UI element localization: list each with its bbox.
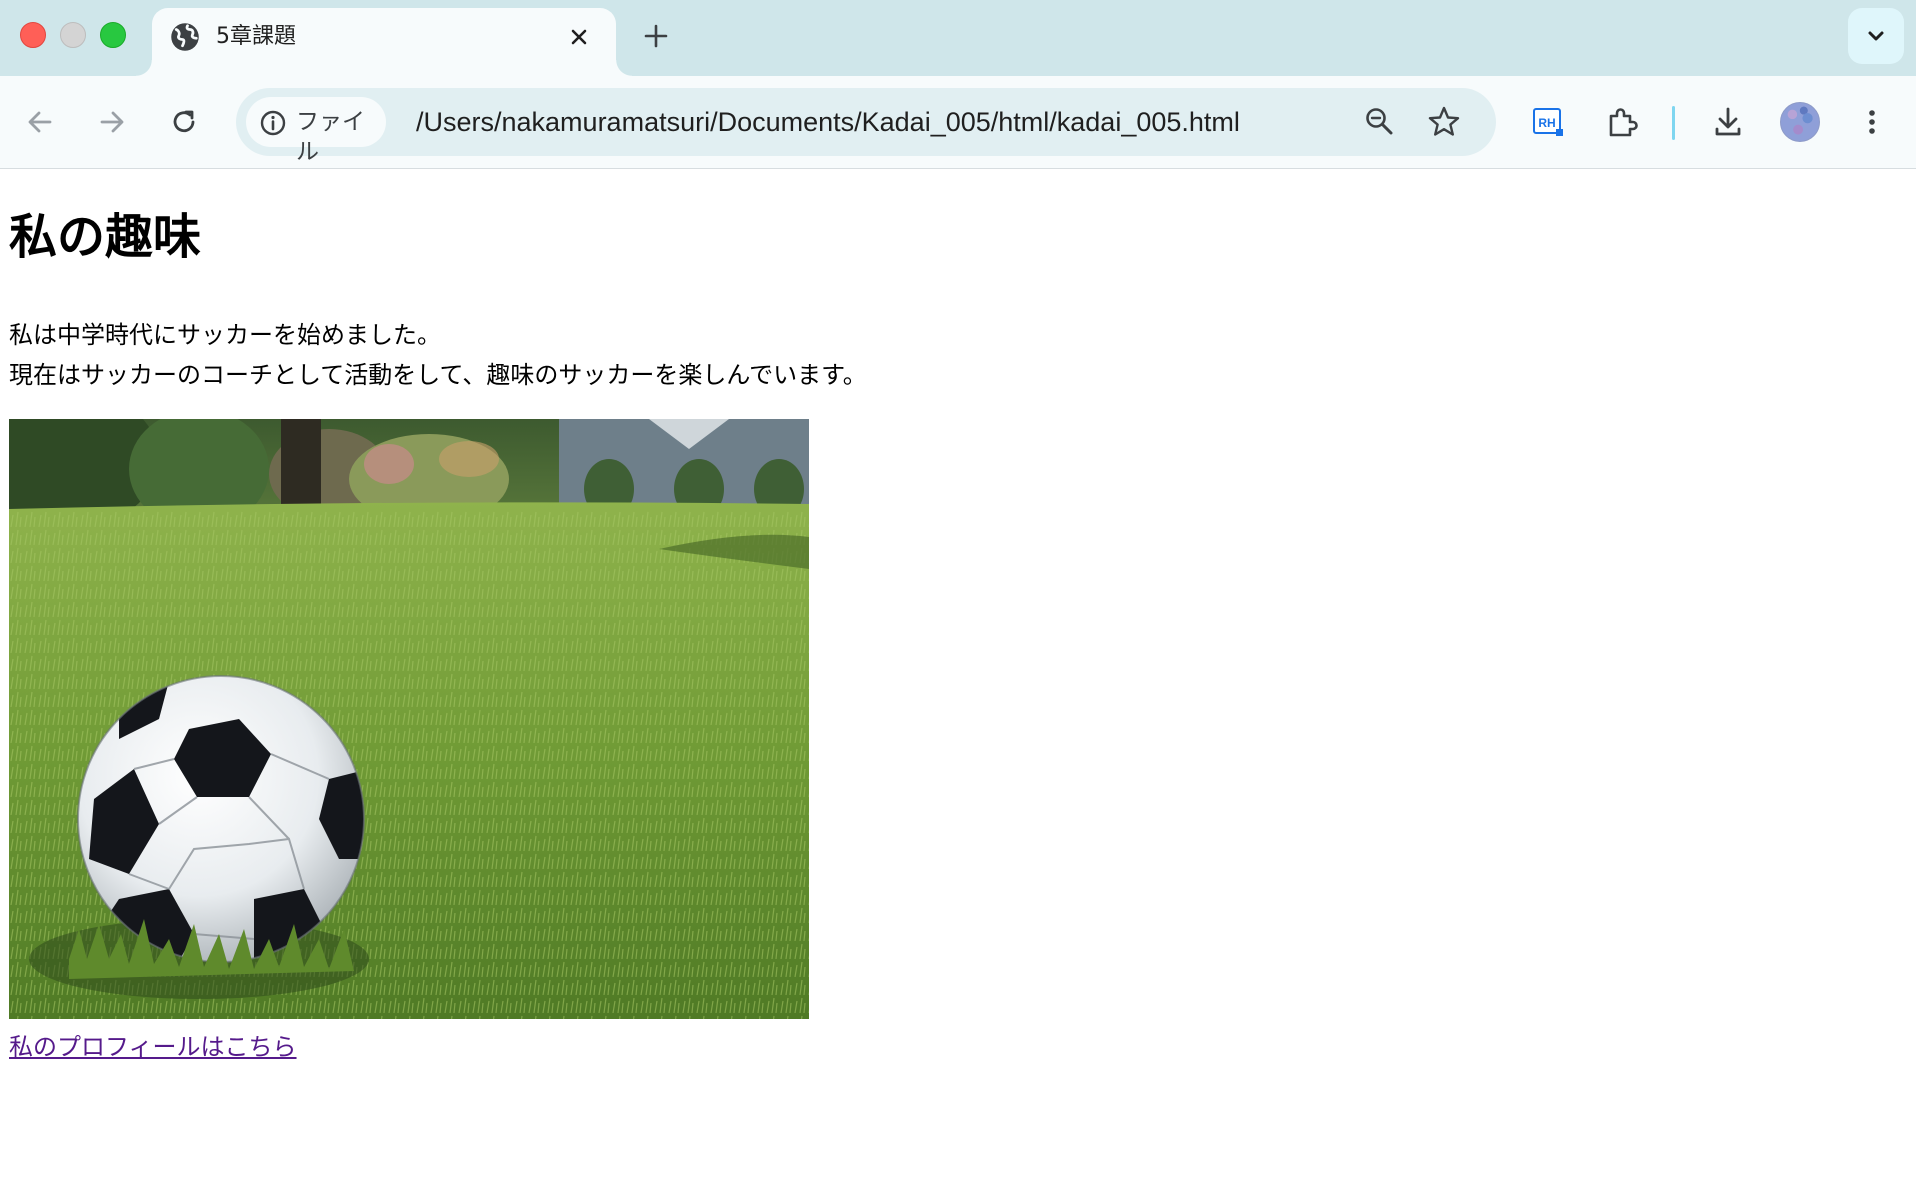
tab-search-button[interactable] — [1848, 8, 1904, 64]
close-icon[interactable] — [562, 20, 596, 54]
svg-text:RH: RH — [1538, 116, 1555, 130]
site-info-chip[interactable]: ファイル — [246, 97, 386, 165]
more-vert-icon[interactable] — [1852, 102, 1892, 142]
new-tab-plus-icon[interactable] — [636, 16, 676, 56]
paragraph-line: 私は中学時代にサッカーを始めました。 — [9, 321, 441, 349]
bookmark-star-icon[interactable] — [1426, 104, 1462, 140]
back-arrow-icon[interactable] — [20, 102, 60, 142]
forward-arrow-icon[interactable] — [92, 102, 132, 142]
url-text[interactable]: /Users/nakamuramatsuri/Documents/Kadai_0… — [416, 105, 1240, 139]
soccer-ball-photo — [9, 419, 809, 1019]
window-zoom-button[interactable] — [100, 22, 126, 48]
tab-title: 5章課題 — [216, 24, 296, 49]
globe-icon — [171, 23, 199, 51]
active-tab[interactable]: 5章課題 — [136, 8, 632, 76]
window-close-button[interactable] — [20, 22, 46, 48]
info-icon — [260, 110, 286, 136]
extensions-puzzle-icon[interactable] — [1602, 102, 1642, 142]
window-minimize-button[interactable] — [60, 22, 86, 48]
intro-paragraph: 私は中学時代にサッカーを始めました。 現在はサッカーのコーチとして活動をして、趣… — [9, 315, 867, 395]
paragraph-line: 現在はサッカーのコーチとして活動をして、趣味のサッカーを楽しんでいます。 — [9, 361, 867, 389]
browser-toolbar: ファイル /Users/nakamuramatsuri/Documents/Ka… — [0, 76, 1916, 169]
reload-icon[interactable] — [164, 102, 204, 142]
profile-link[interactable]: 私のプロフィールはこちら — [9, 1031, 297, 1063]
zoom-out-icon[interactable] — [1362, 104, 1398, 140]
page-viewport: 私の趣味 私は中学時代にサッカーを始めました。 現在はサッカーのコーチとして活動… — [0, 169, 1916, 1194]
tab-search-chevron-icon — [1868, 31, 1884, 41]
security-chip-label: ファイル — [296, 109, 365, 165]
profile-avatar[interactable] — [1780, 102, 1820, 142]
download-icon[interactable] — [1708, 102, 1748, 142]
toolbar-separator — [1672, 106, 1675, 140]
address-bar[interactable]: ファイル /Users/nakamuramatsuri/Documents/Ka… — [236, 88, 1496, 165]
tab-strip: 5章課題 — [0, 0, 1916, 76]
page-heading: 私の趣味 — [9, 209, 202, 265]
rh-extension-icon[interactable]: RH — [1528, 102, 1568, 142]
